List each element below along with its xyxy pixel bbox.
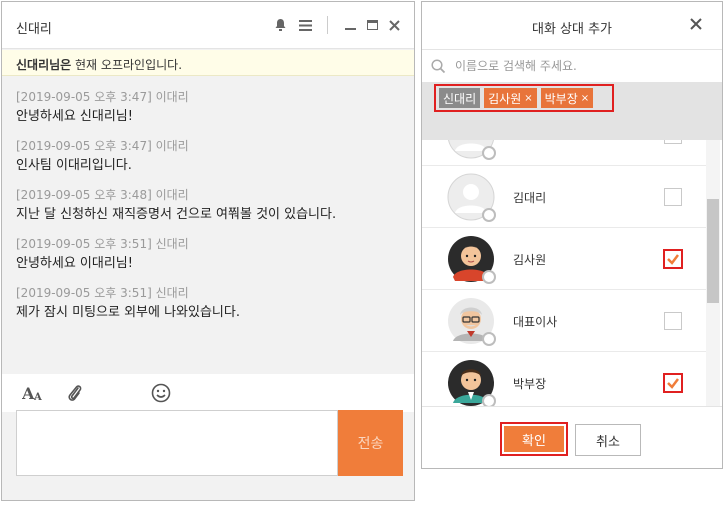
confirm-button[interactable]: 확인 <box>500 422 568 456</box>
svg-text:A: A <box>33 392 42 402</box>
message-text: 안녕하세요 이대리님! <box>16 256 133 271</box>
message-text: 지난 달 신청하신 재직증명서 건으로 여쭤볼 것이 있습니다. <box>16 207 337 222</box>
notice-name: 신대리님은 <box>16 58 72 72</box>
select-checkbox[interactable] <box>663 249 683 269</box>
menu-icon[interactable] <box>297 17 313 33</box>
default-avatar <box>447 173 496 222</box>
checkmark-icon <box>667 254 679 265</box>
remove-tag-icon[interactable]: × <box>524 93 532 104</box>
chat-window: 신대리 신대리님은 현재 오프라인입니다. [2019-09-05 오후 3:4… <box>1 1 415 501</box>
gray-hair-man-avatar <box>447 297 496 346</box>
header-divider <box>327 16 328 34</box>
contact-name: 김사원 <box>513 253 547 267</box>
message-meta: [2019-09-05 오후 3:51] 신대리 <box>16 237 189 251</box>
tag-chip: 김사원 × <box>484 88 537 108</box>
contact-row[interactable]: 대표이사 <box>422 290 706 352</box>
contact-name: 대표이사 <box>513 315 558 329</box>
contact-name: 박부장 <box>513 377 547 391</box>
dialog-footer: 확인 취소 <box>422 406 722 468</box>
smiley-icon[interactable] <box>150 382 172 404</box>
font-size-icon[interactable]: AA <box>22 382 44 404</box>
contact-name: 김대리 <box>513 191 547 205</box>
status-dot <box>482 146 496 160</box>
contact-row[interactable]: 김대리 <box>422 166 706 228</box>
tag-label: 박부장 <box>544 91 578 106</box>
cancel-button[interactable]: 취소 <box>575 424 641 456</box>
message-input[interactable] <box>16 410 338 476</box>
status-dot <box>482 394 496 406</box>
message-meta: [2019-09-05 오후 3:47] 이대리 <box>16 90 189 104</box>
search-icon <box>431 59 446 77</box>
selected-tags-area: 신대리 김사원 × 박부장 × <box>422 82 722 140</box>
tag-chip: 신대리 <box>439 88 481 108</box>
minimize-icon[interactable] <box>342 17 358 33</box>
message: [2019-09-05 오후 3:47] 이대리 인사팀 이대리입니다. <box>16 137 406 186</box>
red-shirt-man-avatar <box>447 235 496 284</box>
search-input[interactable] <box>455 56 705 76</box>
status-dot <box>482 332 496 346</box>
dialog-title: 대화 상대 추가 <box>531 22 613 37</box>
close-icon[interactable] <box>386 17 402 33</box>
tag-label: 신대리 <box>443 91 477 106</box>
tag-label: 김사원 <box>488 91 522 106</box>
message-text: 인사팀 이대리입니다. <box>16 158 132 173</box>
chat-toolbar: AA <box>2 374 414 412</box>
offline-notice: 신대리님은 현재 오프라인입니다. <box>2 50 414 76</box>
contact-list: 김대리 김사원 대표이사 박부장 <box>422 140 706 406</box>
selected-tags: 신대리 김사원 × 박부장 × <box>434 84 614 112</box>
message-meta: [2019-09-05 오후 3:51] 신대리 <box>16 286 189 300</box>
scrollbar-thumb[interactable] <box>707 199 719 303</box>
maximize-icon[interactable] <box>364 17 380 33</box>
message-text: 안녕하세요 신대리님! <box>16 109 133 124</box>
contact-row[interactable]: 김사원 <box>422 228 706 290</box>
message: [2019-09-05 오후 3:48] 이대리 지난 달 신청하신 재직증명서… <box>16 186 406 235</box>
message: [2019-09-05 오후 3:51] 신대리 제가 잠시 미팅으로 외부에 … <box>16 284 406 333</box>
message-list: [2019-09-05 오후 3:47] 이대리 안녕하세요 신대리님! [20… <box>16 88 406 333</box>
select-checkbox[interactable] <box>663 373 683 393</box>
message: [2019-09-05 오후 3:51] 신대리 안녕하세요 이대리님! <box>16 235 406 284</box>
message-text: 제가 잠시 미팅으로 외부에 나와있습니다. <box>16 305 240 320</box>
bell-icon[interactable] <box>272 17 288 33</box>
send-button[interactable]: 전송 <box>338 410 403 476</box>
message: [2019-09-05 오후 3:47] 이대리 안녕하세요 신대리님! <box>16 88 406 137</box>
confirm-label: 확인 <box>504 426 564 452</box>
tag-chip: 박부장 × <box>540 88 594 108</box>
teal-suit-man-avatar <box>447 359 496 406</box>
chat-title: 신대리 <box>16 22 52 37</box>
checkmark-icon <box>667 378 679 389</box>
search-bar <box>422 49 722 82</box>
select-checkbox[interactable] <box>664 140 682 144</box>
status-dot <box>482 208 496 222</box>
select-checkbox[interactable] <box>664 188 682 206</box>
paperclip-icon[interactable] <box>65 382 85 404</box>
close-icon[interactable] <box>690 18 706 34</box>
contact-row[interactable]: 박부장 <box>422 352 706 406</box>
status-dot <box>482 270 496 284</box>
select-checkbox[interactable] <box>664 312 682 330</box>
notice-text: 현재 오프라인입니다. <box>71 58 183 72</box>
chat-header: 신대리 <box>2 2 414 49</box>
message-meta: [2019-09-05 오후 3:48] 이대리 <box>16 188 189 202</box>
message-meta: [2019-09-05 오후 3:47] 이대리 <box>16 139 189 153</box>
default-avatar <box>447 140 496 160</box>
list-scrollbar[interactable] <box>706 140 720 406</box>
remove-tag-icon[interactable]: × <box>581 93 589 104</box>
add-participant-dialog: 대화 상대 추가 신대리 김사원× 박부장× <box>421 1 723 469</box>
contact-row[interactable] <box>422 140 706 166</box>
